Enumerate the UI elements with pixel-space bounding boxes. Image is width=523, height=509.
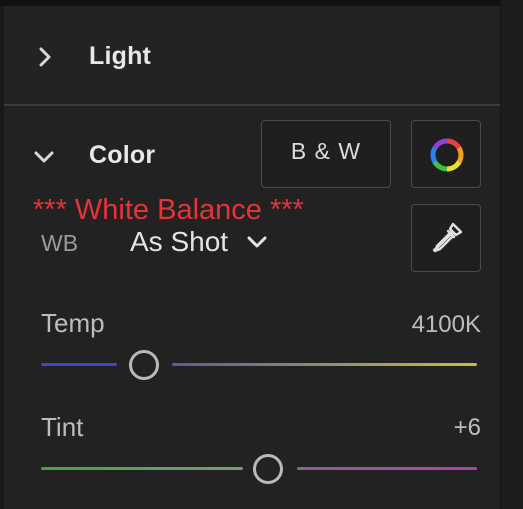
color-wheel-icon — [430, 138, 464, 172]
wb-preset-dropdown[interactable]: As Shot — [130, 226, 268, 258]
light-section-title[interactable]: Light — [89, 42, 151, 71]
color-section-title[interactable]: Color — [89, 141, 155, 170]
color-mixer-button[interactable] — [411, 120, 481, 188]
tint-label: Tint — [41, 412, 84, 442]
temp-slider-thumb[interactable] — [129, 350, 159, 380]
tint-value[interactable]: +6 — [361, 414, 481, 442]
light-section-header[interactable] — [4, 6, 500, 104]
temp-label: Temp — [41, 308, 105, 338]
section-divider — [4, 104, 500, 106]
panel-scrollbar-gutter — [500, 0, 523, 509]
eyedropper-icon — [432, 222, 463, 253]
chevron-down-icon[interactable] — [33, 146, 55, 168]
temp-track-left[interactable] — [41, 363, 117, 366]
wb-preset-value: As Shot — [130, 226, 229, 257]
wb-eyedropper-button[interactable] — [411, 204, 481, 272]
wb-label: WB — [41, 230, 79, 256]
bw-button[interactable]: B & W — [261, 120, 391, 188]
tint-track-right[interactable] — [297, 467, 477, 470]
chevron-down-icon — [247, 236, 267, 248]
bw-button-label: B & W — [290, 138, 362, 164]
temp-value[interactable]: 4100K — [361, 311, 481, 339]
chevron-right-icon[interactable] — [34, 46, 56, 68]
tint-slider-thumb[interactable] — [253, 454, 283, 484]
white-balance-annotation: *** White Balance *** — [33, 194, 304, 226]
tint-track-left[interactable] — [41, 467, 243, 470]
temp-track-right[interactable] — [172, 363, 477, 366]
